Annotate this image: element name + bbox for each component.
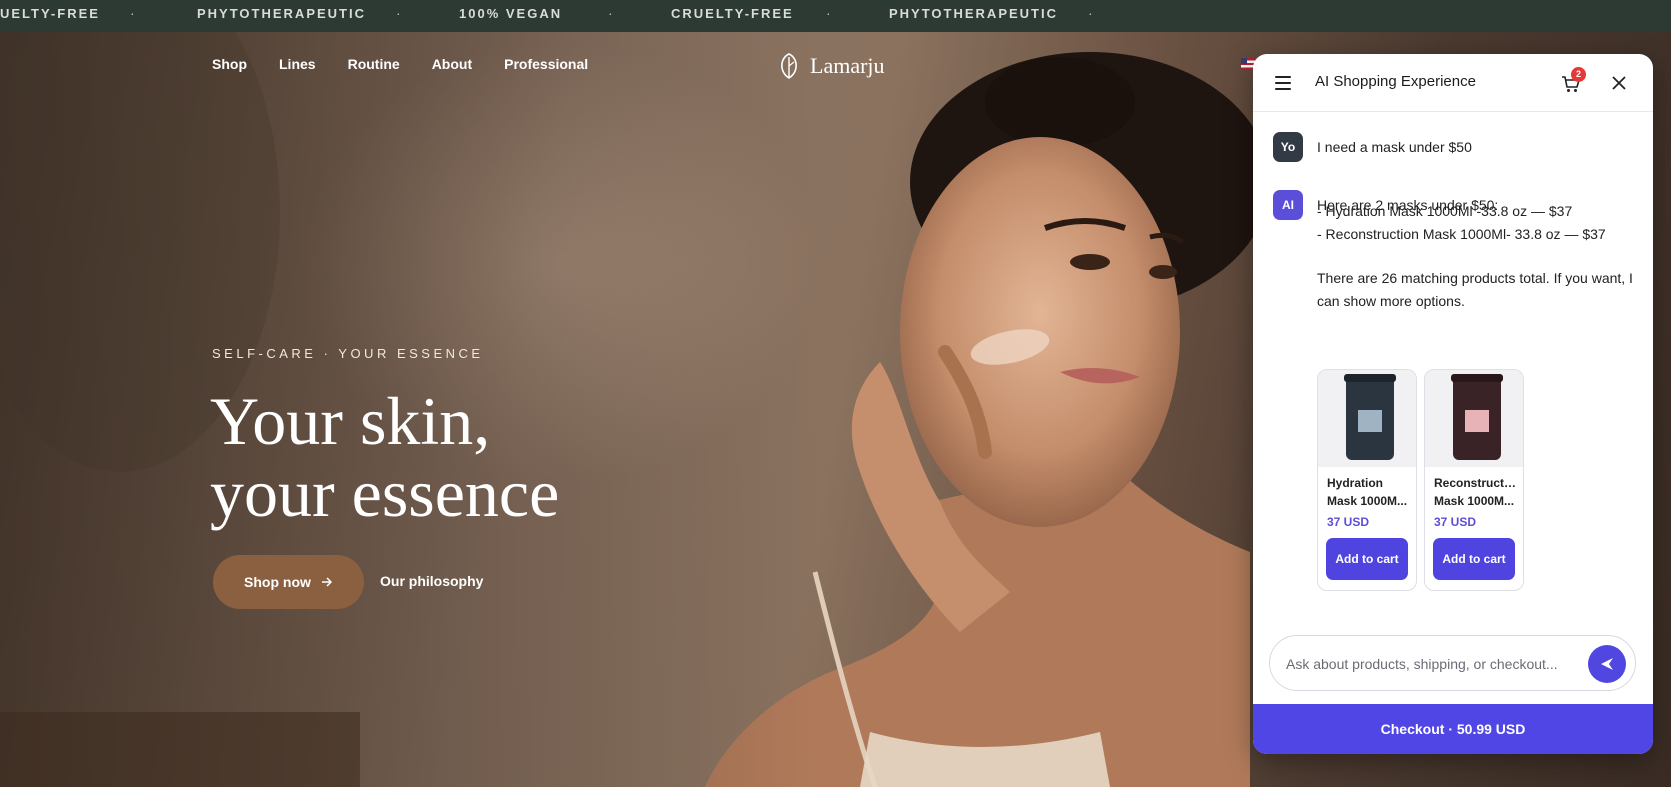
product-image (1318, 370, 1416, 467)
add-to-cart-button[interactable]: Add to cart (1433, 538, 1515, 580)
ticker-separator: · (130, 5, 135, 21)
ticker-item: PHYTOTHERAPEUTIC (889, 6, 1058, 21)
product-name-line-2: Mask 1000M... (1327, 494, 1408, 508)
ticker-item: CRUELTY-FREE (671, 6, 794, 21)
product-name-line-1: Hydration (1327, 476, 1384, 490)
ai-message-body: - Hydration Mask 1000Ml -33.8 oz — $37 -… (1317, 200, 1637, 313)
jar-lid (1451, 374, 1503, 382)
main-nav: Shop Lines Routine About Professional (212, 56, 588, 72)
user-avatar: Yo (1273, 132, 1303, 162)
ai-outro-text: There are 26 matching products total. If… (1317, 270, 1633, 309)
ai-list-item: - Reconstruction Mask 1000Ml- 33.8 oz — … (1317, 226, 1606, 242)
product-name: Reconstruction Mask 1000M... (1434, 474, 1518, 510)
ticker-item: 100% VEGAN (459, 6, 563, 21)
cart-count-badge: 2 (1571, 67, 1586, 82)
nav-link-lines[interactable]: Lines (279, 56, 316, 72)
product-price: 37 USD (1434, 515, 1477, 529)
leaf-logo-icon (781, 53, 797, 79)
brand-logo[interactable]: Lamarju (778, 52, 885, 80)
jar-label (1465, 410, 1489, 432)
headline-line-2: your essence (210, 455, 560, 531)
user-message-text: I need a mask under $50 (1317, 139, 1472, 155)
chat-header: AI Shopping Experience 2 (1253, 54, 1653, 112)
shelf-decor (0, 712, 360, 787)
jar-label (1358, 410, 1382, 432)
ticker-item: PHYTOTHERAPEUTIC (197, 6, 366, 21)
arrow-right-icon (321, 577, 332, 587)
chat-input[interactable] (1286, 652, 1576, 676)
user-message: Yo I need a mask under $50 (1273, 132, 1472, 162)
nav-link-professional[interactable]: Professional (504, 56, 588, 72)
product-name: Hydration Mask 1000M... (1327, 474, 1411, 510)
ticker-separator: · (826, 5, 831, 21)
jar-lid (1344, 374, 1396, 382)
nav-link-about[interactable]: About (432, 56, 472, 72)
hero-eyebrow: SELF-CARE · YOUR ESSENCE (212, 346, 484, 361)
checkout-button[interactable]: Checkout · 50.99 USD (1253, 704, 1653, 754)
product-name-line-2: Mask 1000M... (1434, 494, 1515, 508)
product-card[interactable]: Reconstruction Mask 1000M... 37 USD Add … (1424, 369, 1524, 591)
headline-line-1: Your skin, (210, 383, 491, 459)
product-card[interactable]: Hydration Mask 1000M... 37 USD Add to ca… (1317, 369, 1417, 591)
send-button[interactable] (1588, 645, 1626, 683)
product-price: 37 USD (1327, 515, 1370, 529)
shop-now-label: Shop now (244, 574, 311, 590)
ticker-separator: · (396, 5, 401, 21)
ai-chat-panel: AI Shopping Experience 2 Yo I need a mas… (1253, 54, 1653, 754)
chat-input-container (1269, 635, 1636, 691)
product-carousel: Hydration Mask 1000M... 37 USD Add to ca… (1317, 369, 1524, 591)
announcement-ticker: UELTY-FREE · PHYTOTHERAPEUTIC · 100% VEG… (0, 0, 1671, 32)
send-icon (1601, 658, 1613, 670)
brand-name: Lamarju (810, 53, 885, 78)
ai-avatar: AI (1273, 190, 1303, 220)
ticker-separator: · (608, 5, 613, 21)
close-icon[interactable] (1610, 74, 1628, 92)
shop-now-button[interactable]: Shop now (213, 555, 364, 609)
nav-link-shop[interactable]: Shop (212, 56, 247, 72)
ticker-separator: · (1088, 5, 1093, 21)
menu-icon[interactable] (1275, 76, 1291, 90)
product-name-line-1: Reconstruction (1434, 476, 1518, 490)
product-image (1425, 370, 1523, 467)
chat-title: AI Shopping Experience (1315, 73, 1476, 90)
nav-link-routine[interactable]: Routine (348, 56, 400, 72)
add-to-cart-button[interactable]: Add to cart (1326, 538, 1408, 580)
our-philosophy-link[interactable]: Our philosophy (380, 573, 483, 589)
hero-headline: Your skin, your essence (210, 385, 559, 529)
ai-list-item: - Hydration Mask 1000Ml -33.8 oz — $37 (1317, 203, 1573, 219)
ticker-item: UELTY-FREE (0, 6, 100, 21)
